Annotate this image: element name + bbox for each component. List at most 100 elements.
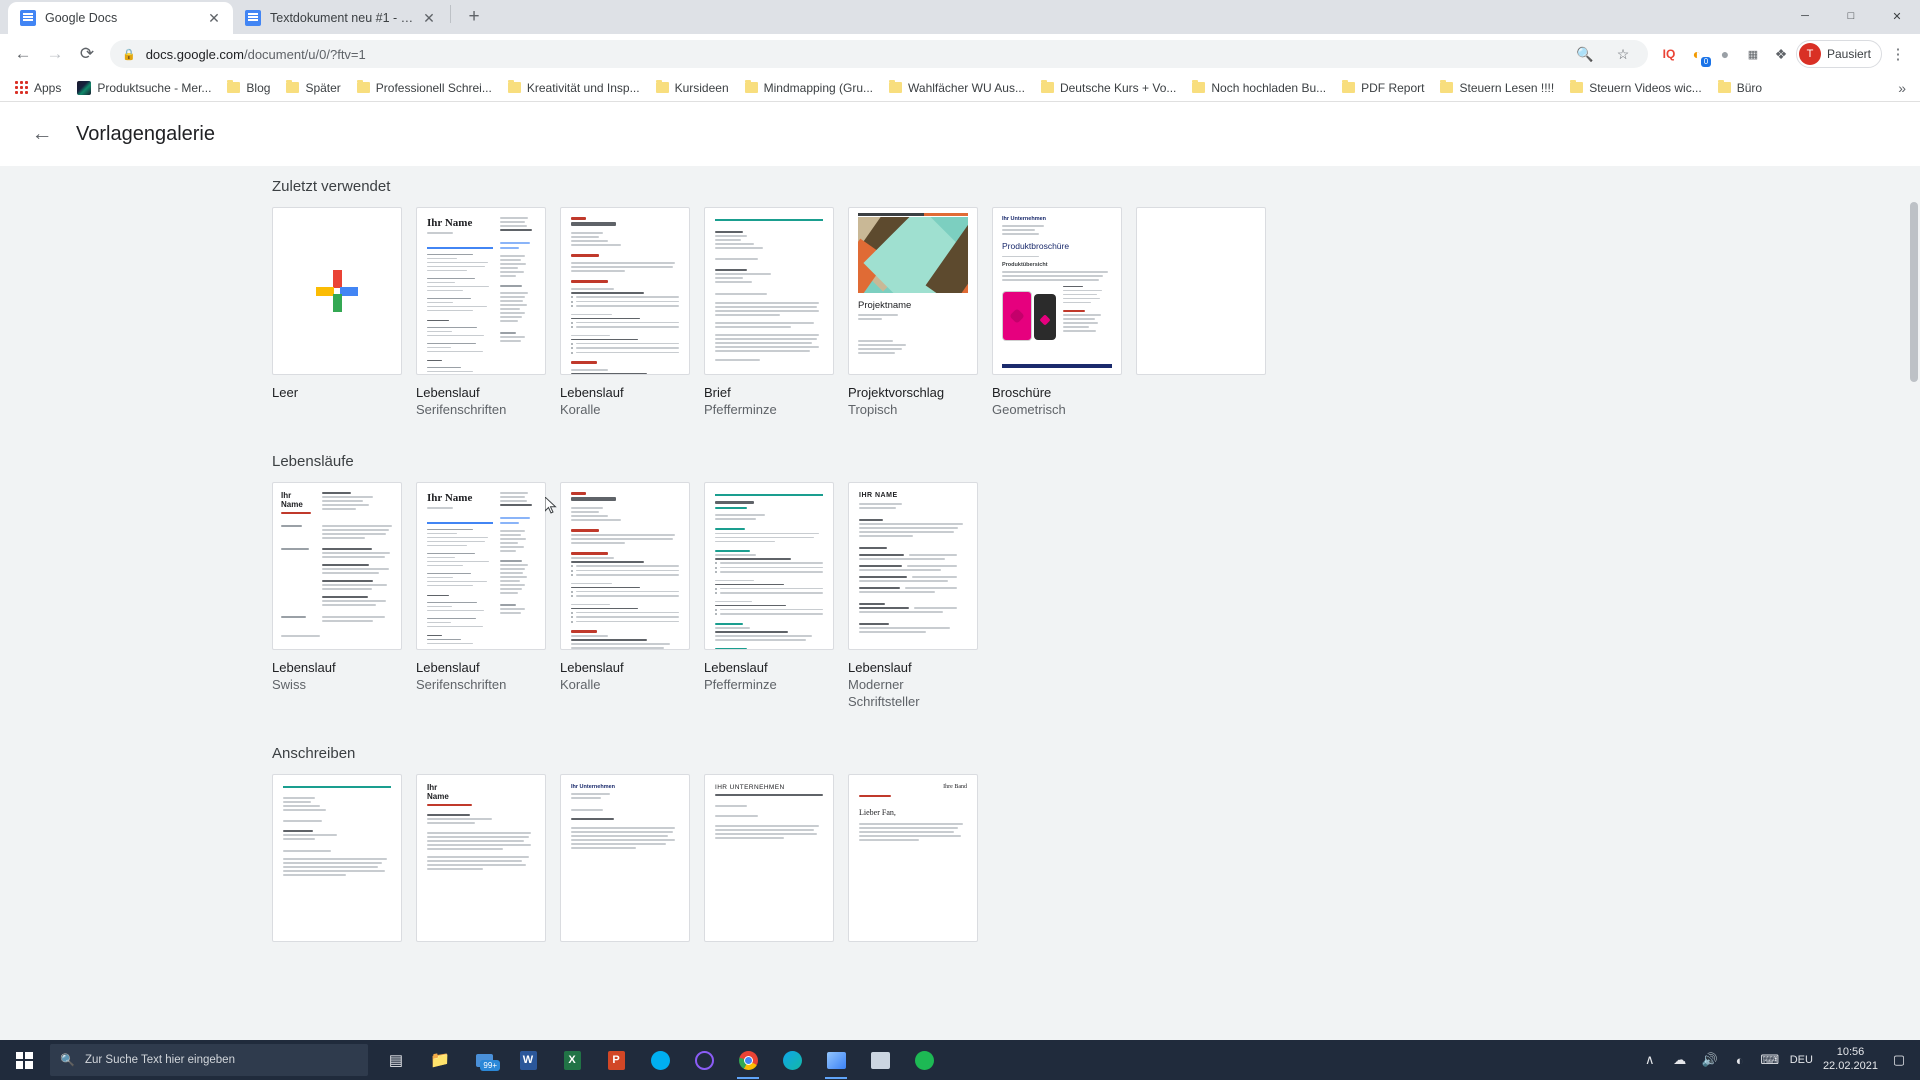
- page-scrollbar[interactable]: [1907, 166, 1920, 1040]
- address-bar[interactable]: 🔒 docs.google.com/document/u/0/?ftv=1 🔍 …: [110, 40, 1648, 68]
- new-tab-button[interactable]: +: [459, 2, 489, 32]
- template-card-lebenslauf-pfefferminze[interactable]: Lebenslauf Pfefferminze: [704, 482, 834, 711]
- template-thumbnail[interactable]: Projektname: [848, 207, 978, 375]
- file-explorer-icon[interactable]: 📁: [420, 1040, 460, 1080]
- bookmark-star-icon[interactable]: ☆: [1610, 41, 1636, 67]
- volume-icon[interactable]: 🔊: [1700, 1052, 1720, 1068]
- bookmark-pdf-report[interactable]: PDF Report: [1335, 78, 1431, 98]
- tab-close-icon[interactable]: ✕: [420, 9, 438, 27]
- template-card-lebenslauf-serifenschriften[interactable]: Ihr Name Lebenslauf Serifenschriften: [416, 207, 546, 419]
- wifi-icon[interactable]: ◐: [1730, 1053, 1750, 1068]
- task-view-icon[interactable]: ▤: [376, 1040, 416, 1080]
- bookmarks-overflow-icon[interactable]: »: [1892, 80, 1912, 96]
- template-name: Broschüre: [992, 385, 1052, 400]
- bookmark-apps[interactable]: Apps: [8, 78, 68, 98]
- template-card-lebenslauf-koralle[interactable]: Lebenslauf Koralle: [560, 207, 690, 419]
- back-arrow-icon[interactable]: ←: [22, 114, 62, 154]
- template-thumbnail[interactable]: Ihr Unternehmen Produktbroschüre Produkt…: [992, 207, 1122, 375]
- template-card-anschreiben-geometrisch[interactable]: Ihr Unternehmen: [560, 774, 690, 943]
- zoom-icon[interactable]: 🔍: [1572, 41, 1598, 67]
- bookmark-produktsuche[interactable]: Produktsuche - Mer...: [70, 78, 218, 98]
- template-card-brief-pfefferminze[interactable]: Brief Pfefferminze: [704, 207, 834, 419]
- puzzle-extension-icon[interactable]: ●: [1712, 41, 1738, 67]
- template-card-anschreiben-pfefferminze[interactable]: [272, 774, 402, 943]
- template-thumbnail[interactable]: [560, 482, 690, 651]
- skype-icon[interactable]: [640, 1040, 680, 1080]
- bookmark-mindmapping[interactable]: Mindmapping (Gru...: [738, 78, 880, 98]
- edge-icon[interactable]: [772, 1040, 812, 1080]
- bookmark-wahlfaecher[interactable]: Wahlfächer WU Aus...: [882, 78, 1032, 98]
- photos-icon[interactable]: [816, 1040, 856, 1080]
- action-center-icon[interactable]: ▢: [1888, 1052, 1910, 1068]
- template-thumbnail[interactable]: Ihr Name: [416, 482, 546, 651]
- bookmark-kursideen[interactable]: Kursideen: [649, 78, 736, 98]
- template-card-anschreiben-fan[interactable]: Ihre Band Lieber Fan,: [848, 774, 978, 943]
- template-thumbnail[interactable]: [272, 207, 402, 375]
- template-thumbnail[interactable]: Ihr Unternehmen: [560, 774, 690, 943]
- tray-chevron-icon[interactable]: ∧: [1640, 1052, 1660, 1068]
- tab-google-docs[interactable]: Google Docs ✕: [8, 2, 233, 34]
- disc-icon[interactable]: [684, 1040, 724, 1080]
- template-card-lebenslauf-serifenschriften-2[interactable]: Ihr Name Lebenslauf Serifenschriften: [416, 482, 546, 711]
- cast-icon[interactable]: ▦: [1740, 41, 1766, 67]
- bookmark-steuern-lesen[interactable]: Steuern Lesen !!!!: [1433, 78, 1561, 98]
- template-thumbnail[interactable]: [560, 207, 690, 375]
- keyboard-icon[interactable]: ⌨: [1760, 1052, 1780, 1068]
- start-button[interactable]: [0, 1040, 48, 1080]
- bookmark-professionell-schreiben[interactable]: Professionell Schrei...: [350, 78, 499, 98]
- template-thumbnail[interactable]: Ihr Name: [416, 774, 546, 943]
- template-thumbnail[interactable]: Ihre Band Lieber Fan,: [848, 774, 978, 943]
- tab-textdokument[interactable]: Textdokument neu #1 - Google D ✕: [233, 2, 448, 34]
- template-card-broschuere-geometrisch[interactable]: Ihr Unternehmen Produktbroschüre Produkt…: [992, 207, 1122, 419]
- word-icon[interactable]: W: [508, 1040, 548, 1080]
- template-thumbnail[interactable]: IHR UNTERNEHMEN: [704, 774, 834, 943]
- template-card-anschreiben-unternehmen[interactable]: IHR UNTERNEHMEN: [704, 774, 834, 943]
- bookmark-noch-hochladen[interactable]: Noch hochladen Bu...: [1185, 78, 1333, 98]
- back-button[interactable]: ←: [8, 39, 38, 69]
- minimize-button[interactable]: ─: [1782, 0, 1828, 32]
- template-card-lebenslauf-koralle-2[interactable]: Lebenslauf Koralle: [560, 482, 690, 711]
- iq-extension-icon[interactable]: IQ: [1656, 41, 1682, 67]
- close-button[interactable]: ✕: [1874, 0, 1920, 32]
- profile-button[interactable]: T Pausiert: [1795, 40, 1882, 68]
- gallery-icon[interactable]: [860, 1040, 900, 1080]
- language-indicator[interactable]: DEU: [1790, 1054, 1813, 1066]
- tab-close-icon[interactable]: ✕: [205, 9, 223, 27]
- template-thumbnail[interactable]: [704, 207, 834, 375]
- chrome-icon[interactable]: [728, 1040, 768, 1080]
- taskbar-search-input[interactable]: 🔍 Zur Suche Text hier eingeben: [50, 1044, 368, 1076]
- template-card-lebenslauf-swiss[interactable]: Ihr Name Lebenslauf Swiss: [272, 482, 402, 711]
- bookmark-buero[interactable]: Büro: [1711, 78, 1769, 98]
- template-thumbnail[interactable]: [1136, 207, 1266, 375]
- onedrive-icon[interactable]: ☁: [1670, 1052, 1690, 1068]
- reload-button[interactable]: ⟳: [72, 39, 102, 69]
- excel-icon[interactable]: X: [552, 1040, 592, 1080]
- template-thumbnail[interactable]: Ihr Name: [416, 207, 546, 375]
- template-card-anschreiben-koralle[interactable]: Ihr Name: [416, 774, 546, 943]
- bookmark-deutsche-kurs[interactable]: Deutsche Kurs + Vo...: [1034, 78, 1183, 98]
- chrome-menu-icon[interactable]: ⋮: [1884, 40, 1912, 68]
- template-thumbnail[interactable]: [704, 482, 834, 651]
- extensions-puzzle-icon[interactable]: ❖: [1768, 41, 1794, 67]
- clock[interactable]: 10:56 22.02.2021: [1823, 1046, 1878, 1074]
- template-style: Moderner Schriftsteller: [848, 677, 920, 710]
- template-thumbnail[interactable]: Ihr Name: [272, 482, 402, 651]
- maximize-button[interactable]: □: [1828, 0, 1874, 32]
- bookmark-steuern-videos[interactable]: Steuern Videos wic...: [1563, 78, 1709, 98]
- powerpoint-icon[interactable]: P: [596, 1040, 636, 1080]
- tracker-extension-icon[interactable]: ◐ 0: [1684, 41, 1711, 67]
- template-thumbnail[interactable]: IHR NAME: [848, 482, 978, 651]
- template-card-leer[interactable]: Leer: [272, 207, 402, 419]
- template-card-projektvorschlag-tropisch[interactable]: Projektname Projektvorschlag Tropisch: [848, 207, 978, 419]
- forward-button[interactable]: →: [40, 39, 70, 69]
- bookmark-kreativitaet[interactable]: Kreativität und Insp...: [501, 78, 647, 98]
- scrollbar-thumb[interactable]: [1910, 202, 1918, 382]
- template-card-empty[interactable]: [1136, 207, 1266, 419]
- mail-counter-icon[interactable]: 99+: [464, 1040, 504, 1080]
- bookmark-blog[interactable]: Blog: [220, 78, 277, 98]
- spotify-icon[interactable]: [904, 1040, 944, 1080]
- template-card-lebenslauf-moderner-schriftsteller[interactable]: IHR NAME Lebenslauf Moderner Schriftstel…: [848, 482, 978, 711]
- bookmark-spaeter[interactable]: Später: [279, 78, 347, 98]
- template-gallery[interactable]: Zuletzt verwendet Leer Ihr Name Lebensla…: [0, 166, 1920, 1040]
- template-thumbnail[interactable]: [272, 774, 402, 943]
